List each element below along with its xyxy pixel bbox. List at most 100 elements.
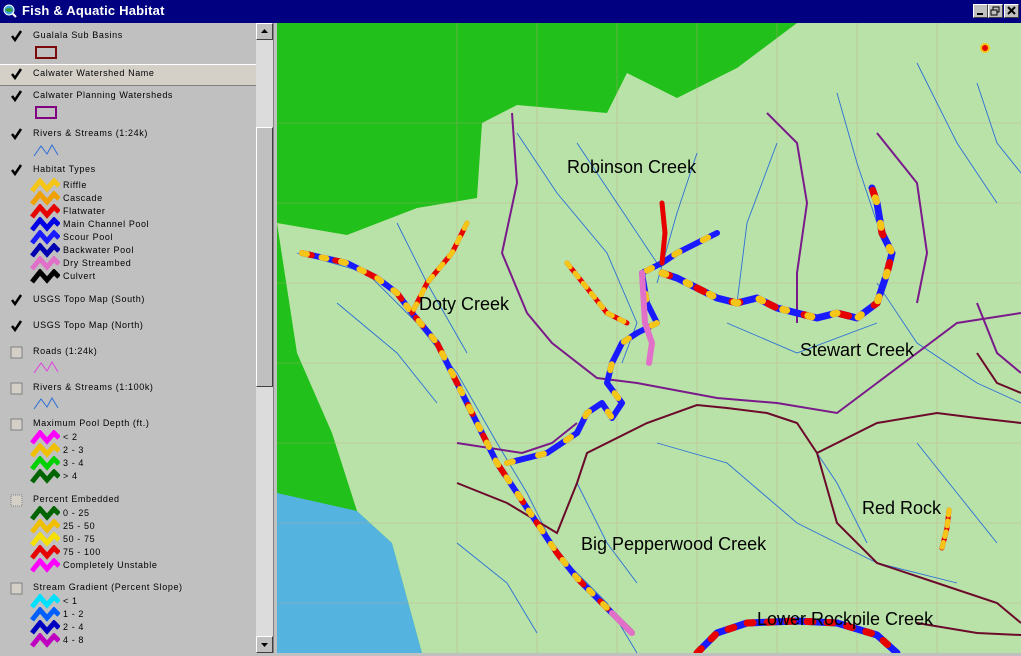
legend-class: Flatwater: [30, 204, 250, 219]
close-icon: [1007, 6, 1016, 15]
legend-class: 50 - 75: [30, 532, 250, 547]
arrow-down-icon: [261, 643, 268, 647]
map-label-big-pepperwood-creek: Big Pepperwood Creek: [581, 534, 767, 554]
checked-icon[interactable]: [10, 68, 23, 81]
class-label: Flatwater: [63, 206, 106, 216]
class-label: 25 - 50: [63, 521, 96, 531]
legend-class: Riffle: [30, 178, 250, 193]
map-label-lower-rockpile-creek: Lower Rockpile Creek: [757, 609, 934, 629]
layer-calwater-watershed-name[interactable]: Calwater Watershed Name: [0, 64, 256, 86]
zigzag-symbol-icon: [30, 558, 60, 573]
legend-class: Dry Streambed: [30, 256, 250, 271]
class-label: 2 - 4: [63, 622, 85, 632]
class-label: Culvert: [63, 271, 96, 281]
layer-name: Gualala Sub Basins: [33, 30, 123, 40]
map-label-red-rock: Red Rock: [862, 498, 942, 518]
line-symbol-icon: [33, 397, 59, 410]
polygon-symbol-icon: [35, 106, 57, 119]
class-label: Cascade: [63, 193, 103, 203]
layer-name: Stream Gradient (Percent Slope): [33, 582, 183, 592]
legend-class: 75 - 100: [30, 545, 250, 560]
layer-rivers-streams-24k[interactable]: Rivers & Streams (1:24k): [0, 125, 256, 161]
map-label-stewart-creek: Stewart Creek: [800, 340, 915, 360]
map-label-robinson-creek: Robinson Creek: [567, 157, 697, 177]
class-label: Dry Streambed: [63, 258, 132, 268]
checked-icon[interactable]: [10, 128, 23, 141]
close-button[interactable]: [1004, 4, 1019, 18]
layer-name: Maximum Pool Depth (ft.): [33, 418, 150, 428]
layer-name: Roads (1:24k): [33, 346, 98, 356]
layer-name: Calwater Planning Watersheds: [33, 90, 174, 100]
checked-icon[interactable]: [10, 90, 23, 103]
line-symbol-icon: [33, 361, 59, 374]
class-label: Riffle: [63, 180, 87, 190]
scroll-thumb[interactable]: [256, 127, 273, 387]
minimize-icon: [977, 13, 983, 15]
legend-class: < 2: [30, 430, 250, 445]
legend-class: 2 - 3: [30, 443, 250, 458]
legend-class: Cascade: [30, 191, 250, 206]
app-globe-icon: [3, 4, 17, 18]
unchecked-box-icon[interactable]: [10, 582, 23, 595]
class-label: < 1: [63, 596, 78, 606]
layer-name: USGS Topo Map (South): [33, 294, 145, 304]
zigzag-symbol-icon: [30, 469, 60, 484]
polygon-symbol-icon: [35, 46, 57, 59]
legend-class: Culvert: [30, 269, 250, 284]
unchecked-box-icon[interactable]: [10, 494, 23, 507]
map-label-doty-creek: Doty Creek: [419, 294, 510, 314]
class-label: 50 - 75: [63, 534, 96, 544]
layer-usgs-topo-south[interactable]: USGS Topo Map (South): [0, 291, 256, 313]
legend-class: Main Channel Pool: [30, 217, 250, 232]
restore-icon: [990, 6, 1000, 16]
checked-icon[interactable]: [10, 320, 23, 333]
legend-class: 0 - 25: [30, 506, 250, 521]
class-label: < 2: [63, 432, 78, 442]
legend-class: < 1: [30, 594, 250, 609]
class-label: 2 - 3: [63, 445, 85, 455]
layer-name: Rivers & Streams (1:24k): [33, 128, 148, 138]
layer-name: Habitat Types: [33, 164, 96, 174]
unchecked-box-icon[interactable]: [10, 382, 23, 395]
layer-name: Percent Embedded: [33, 494, 120, 504]
class-label: Main Channel Pool: [63, 219, 150, 229]
title-bar: Fish & Aquatic Habitat: [0, 0, 1021, 23]
layer-calwater-planning-watersheds[interactable]: Calwater Planning Watersheds: [0, 87, 256, 121]
scroll-down-button[interactable]: [256, 636, 273, 653]
minimize-button[interactable]: [973, 4, 988, 18]
restore-button[interactable]: [988, 4, 1003, 18]
class-label: 75 - 100: [63, 547, 101, 557]
legend-class: 3 - 4: [30, 456, 250, 471]
class-label: 4 - 8: [63, 635, 85, 645]
unchecked-box-icon[interactable]: [10, 346, 23, 359]
class-label: 0 - 25: [63, 508, 90, 518]
unchecked-box-icon[interactable]: [10, 418, 23, 431]
table-of-contents: Gualala Sub Basins Calwater Watershed Na…: [0, 23, 256, 653]
zigzag-symbol-icon: [30, 269, 60, 284]
layer-name: Rivers & Streams (1:100k): [33, 382, 154, 392]
zigzag-symbol-icon: [30, 633, 60, 648]
line-symbol-icon: [33, 144, 59, 157]
legend-class: 1 - 2: [30, 607, 250, 622]
legend-class: Completely Unstable: [30, 558, 250, 573]
class-label: 3 - 4: [63, 458, 85, 468]
legend-class: > 4: [30, 469, 250, 484]
layer-gualala-sub-basins[interactable]: Gualala Sub Basins: [0, 27, 256, 63]
map-canvas: Robinson Creek Doty Creek Stewart Creek …: [277, 23, 1021, 653]
class-label: > 4: [63, 471, 78, 481]
layer-name: Calwater Watershed Name: [33, 68, 155, 78]
legend-class: Backwater Pool: [30, 243, 250, 258]
checked-icon[interactable]: [10, 164, 23, 177]
layer-roads-24k[interactable]: Roads (1:24k): [0, 343, 256, 377]
window-title: Fish & Aquatic Habitat: [22, 3, 165, 18]
legend-class: 4 - 8: [30, 633, 250, 648]
layer-name: USGS Topo Map (North): [33, 320, 144, 330]
toc-scrollbar[interactable]: [256, 23, 273, 653]
scroll-up-button[interactable]: [256, 23, 273, 40]
layer-rivers-streams-100k[interactable]: Rivers & Streams (1:100k): [0, 379, 256, 413]
legend-class: 25 - 50: [30, 519, 250, 534]
map-view[interactable]: Robinson Creek Doty Creek Stewart Creek …: [277, 23, 1021, 653]
checked-icon[interactable]: [10, 30, 23, 43]
layer-usgs-topo-north[interactable]: USGS Topo Map (North): [0, 317, 256, 339]
checked-icon[interactable]: [10, 294, 23, 307]
